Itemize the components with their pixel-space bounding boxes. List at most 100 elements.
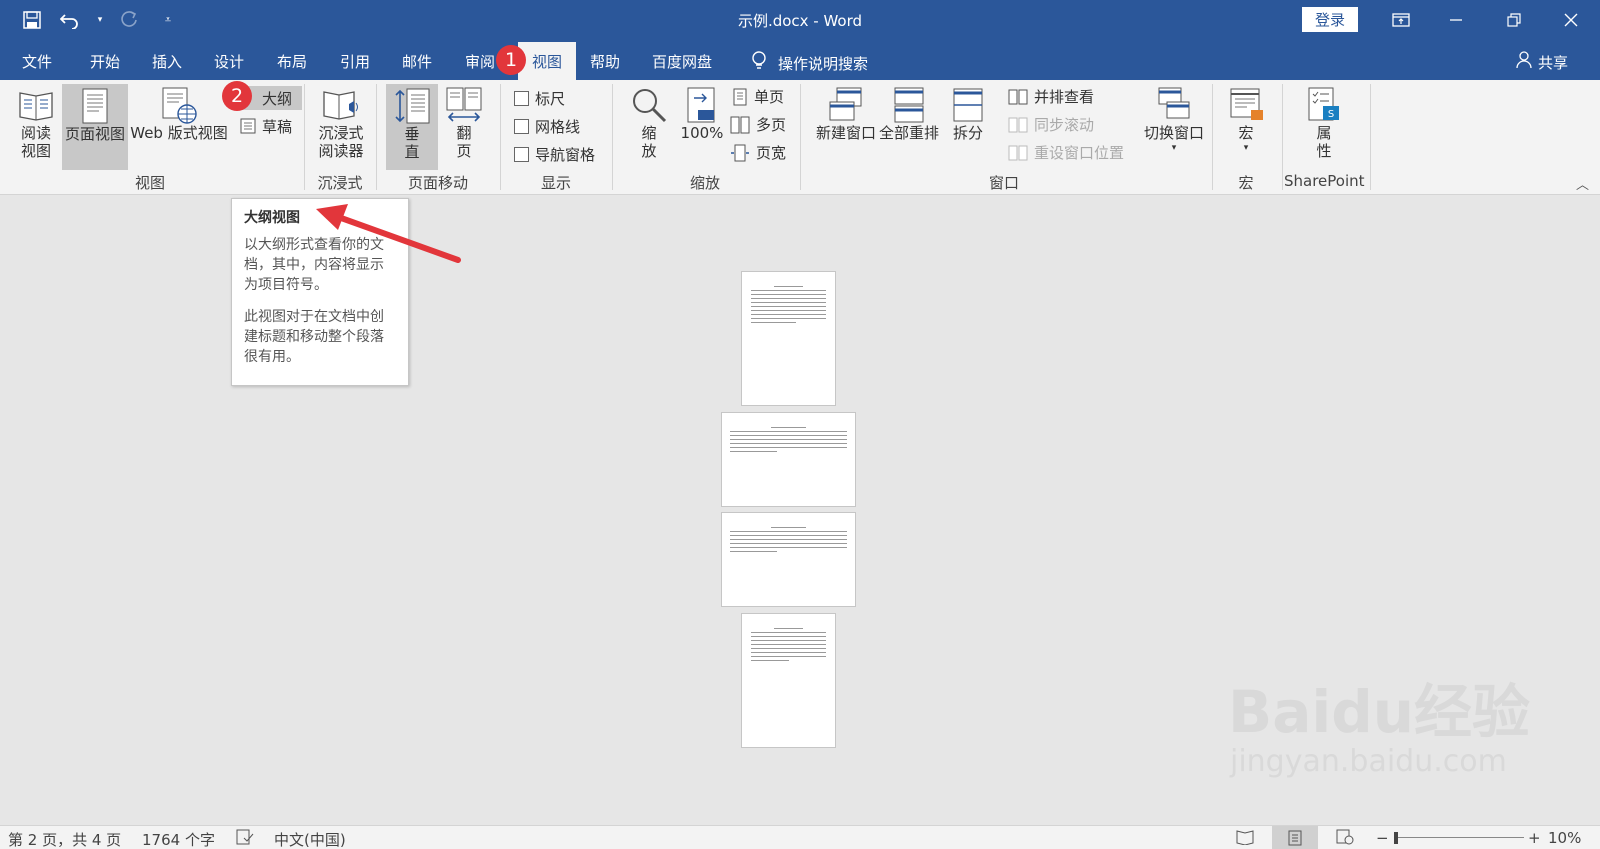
proofing-icon[interactable] xyxy=(236,829,254,849)
tab-help[interactable]: 帮助 xyxy=(590,51,620,72)
new-window-button[interactable]: 新建窗口 xyxy=(810,86,882,142)
side-to-side-label: 翻 页 xyxy=(456,124,472,160)
synchronous-scrolling-button[interactable]: 同步滚动 xyxy=(1008,114,1094,135)
ribbon-tabs: 文件 开始 插入 设计 布局 引用 邮件 审阅 视图 帮助 百度网盘 操作说明搜… xyxy=(0,40,1600,80)
print-layout-status-icon[interactable] xyxy=(1272,826,1318,849)
read-mode-icon xyxy=(19,92,53,121)
page-width-button[interactable]: 页宽 xyxy=(730,142,786,163)
zoom-100-label: 100% xyxy=(680,124,724,142)
zoom-out-icon[interactable]: − xyxy=(1376,829,1389,847)
chevron-down-icon: ▾ xyxy=(1171,143,1177,153)
group-label-show: 显示 xyxy=(540,174,571,192)
split-icon xyxy=(953,88,983,122)
tab-home[interactable]: 开始 xyxy=(90,51,120,72)
tab-baidu-netdisk[interactable]: 百度网盘 xyxy=(652,51,712,72)
macros-label: 宏 xyxy=(1238,124,1254,142)
new-window-icon xyxy=(829,87,862,121)
group-separator xyxy=(1370,84,1371,190)
tell-me-search[interactable]: 操作说明搜索 xyxy=(752,51,868,75)
person-icon xyxy=(1516,51,1532,73)
group-separator xyxy=(304,84,305,190)
tab-review[interactable]: 审阅 xyxy=(465,51,495,72)
document-page[interactable] xyxy=(721,412,856,507)
web-layout-icon xyxy=(162,87,197,124)
vertical-button[interactable]: 垂 直 xyxy=(386,84,438,170)
page-count[interactable]: 第 2 页，共 4 页 xyxy=(8,829,121,849)
reset-window-icon xyxy=(1008,145,1028,160)
web-layout-button[interactable]: Web 版式视图 xyxy=(130,86,228,142)
group-label-window: 窗口 xyxy=(988,174,1019,192)
document-page[interactable] xyxy=(741,271,836,406)
watermark-brand: Baidu经验 xyxy=(1228,678,1531,746)
multiple-pages-button[interactable]: 多页 xyxy=(730,114,786,135)
macros-button[interactable]: 宏 ▾ xyxy=(1222,86,1270,154)
lightbulb-icon xyxy=(752,51,766,75)
svg-text:S: S xyxy=(1328,109,1334,120)
immersive-reader-icon xyxy=(323,91,358,120)
read-mode-status-icon[interactable] xyxy=(1236,829,1254,849)
title-bar: ▾ ⩡ 示例.docx - Word 登录 xyxy=(0,0,1600,40)
ribbon-display-options-icon[interactable] xyxy=(1381,6,1421,34)
word-count[interactable]: 1764 个字 xyxy=(142,829,215,849)
properties-button[interactable]: S 属 性 xyxy=(1300,86,1348,160)
zoom-level[interactable]: 10% xyxy=(1548,829,1581,847)
new-window-label: 新建窗口 xyxy=(815,124,876,142)
share-label: 共享 xyxy=(1538,53,1569,72)
document-page[interactable] xyxy=(741,613,836,748)
print-layout-label: 页面视图 xyxy=(64,125,125,143)
tab-design[interactable]: 设计 xyxy=(214,51,244,72)
restore-icon[interactable] xyxy=(1494,6,1534,34)
immersive-reader-button[interactable]: 沉浸式 阅读器 xyxy=(312,86,370,160)
zoom-slider[interactable] xyxy=(1394,837,1524,838)
zoom-button[interactable]: 缩 放 xyxy=(624,86,674,160)
read-mode-button[interactable]: 阅读 视图 xyxy=(12,86,60,160)
gridlines-checkbox-box[interactable] xyxy=(514,119,529,134)
read-mode-label: 阅读 视图 xyxy=(20,124,51,160)
macros-icon xyxy=(1230,88,1263,120)
vertical-label: 垂 直 xyxy=(404,125,420,161)
zoom-in-icon[interactable]: + xyxy=(1528,829,1541,847)
minimize-icon[interactable] xyxy=(1436,6,1476,34)
side-to-side-button[interactable]: 翻 页 xyxy=(440,86,488,160)
tab-mailings[interactable]: 邮件 xyxy=(402,51,432,72)
close-icon[interactable] xyxy=(1551,6,1591,34)
split-button[interactable]: 拆分 xyxy=(948,86,988,142)
tab-view[interactable]: 视图 xyxy=(518,42,577,80)
login-button[interactable]: 登录 xyxy=(1302,7,1358,32)
web-layout-status-icon[interactable] xyxy=(1336,829,1354,849)
reset-window-position-button[interactable]: 重设窗口位置 xyxy=(1008,142,1124,163)
ruler-checkbox-box[interactable] xyxy=(514,91,529,106)
status-bar: 第 2 页，共 4 页 1764 个字 中文(中国) − + 10% xyxy=(0,825,1600,849)
draft-icon xyxy=(240,118,256,134)
draft-button[interactable]: 草稿 xyxy=(236,114,296,138)
sharepoint-properties-icon: S xyxy=(1308,87,1339,121)
navigation-pane-checkbox[interactable]: 导航窗格 xyxy=(514,144,595,165)
view-side-by-side-button[interactable]: 并排查看 xyxy=(1008,86,1094,107)
arrange-all-button[interactable]: 全部重排 xyxy=(876,86,942,142)
step-badge-1: 1 xyxy=(496,45,526,75)
immersive-reader-label: 沉浸式 阅读器 xyxy=(318,124,364,160)
tab-file[interactable]: 文件 xyxy=(22,51,52,72)
zoom-100-button[interactable]: 100% xyxy=(676,86,728,142)
gridlines-checkbox[interactable]: 网格线 xyxy=(514,116,580,137)
group-label-page-movement: 页面移动 xyxy=(407,174,468,192)
print-layout-button[interactable]: 页面视图 xyxy=(62,84,128,170)
collapse-ribbon-icon[interactable]: ︿ xyxy=(1576,174,1589,193)
properties-label: 属 性 xyxy=(1316,124,1332,160)
zoom-slider-thumb[interactable] xyxy=(1394,832,1398,844)
ruler-checkbox[interactable]: 标尺 xyxy=(514,88,565,109)
document-page[interactable] xyxy=(721,512,856,607)
share-button[interactable]: 共享 xyxy=(1516,51,1568,73)
one-page-button[interactable]: 单页 xyxy=(732,86,784,107)
group-label-macros: 宏 xyxy=(1238,174,1254,192)
draft-label: 草稿 xyxy=(262,117,293,136)
magnifier-icon xyxy=(633,89,667,123)
page-icon xyxy=(82,88,108,124)
switch-windows-button[interactable]: 切换窗口 ▾ xyxy=(1138,86,1210,154)
tab-insert[interactable]: 插入 xyxy=(152,51,182,72)
language[interactable]: 中文(中国) xyxy=(274,829,346,849)
navigation-pane-label: 导航窗格 xyxy=(535,146,596,164)
navigation-pane-checkbox-box[interactable] xyxy=(514,147,529,162)
tab-references[interactable]: 引用 xyxy=(340,51,370,72)
tab-layout[interactable]: 布局 xyxy=(277,51,307,72)
